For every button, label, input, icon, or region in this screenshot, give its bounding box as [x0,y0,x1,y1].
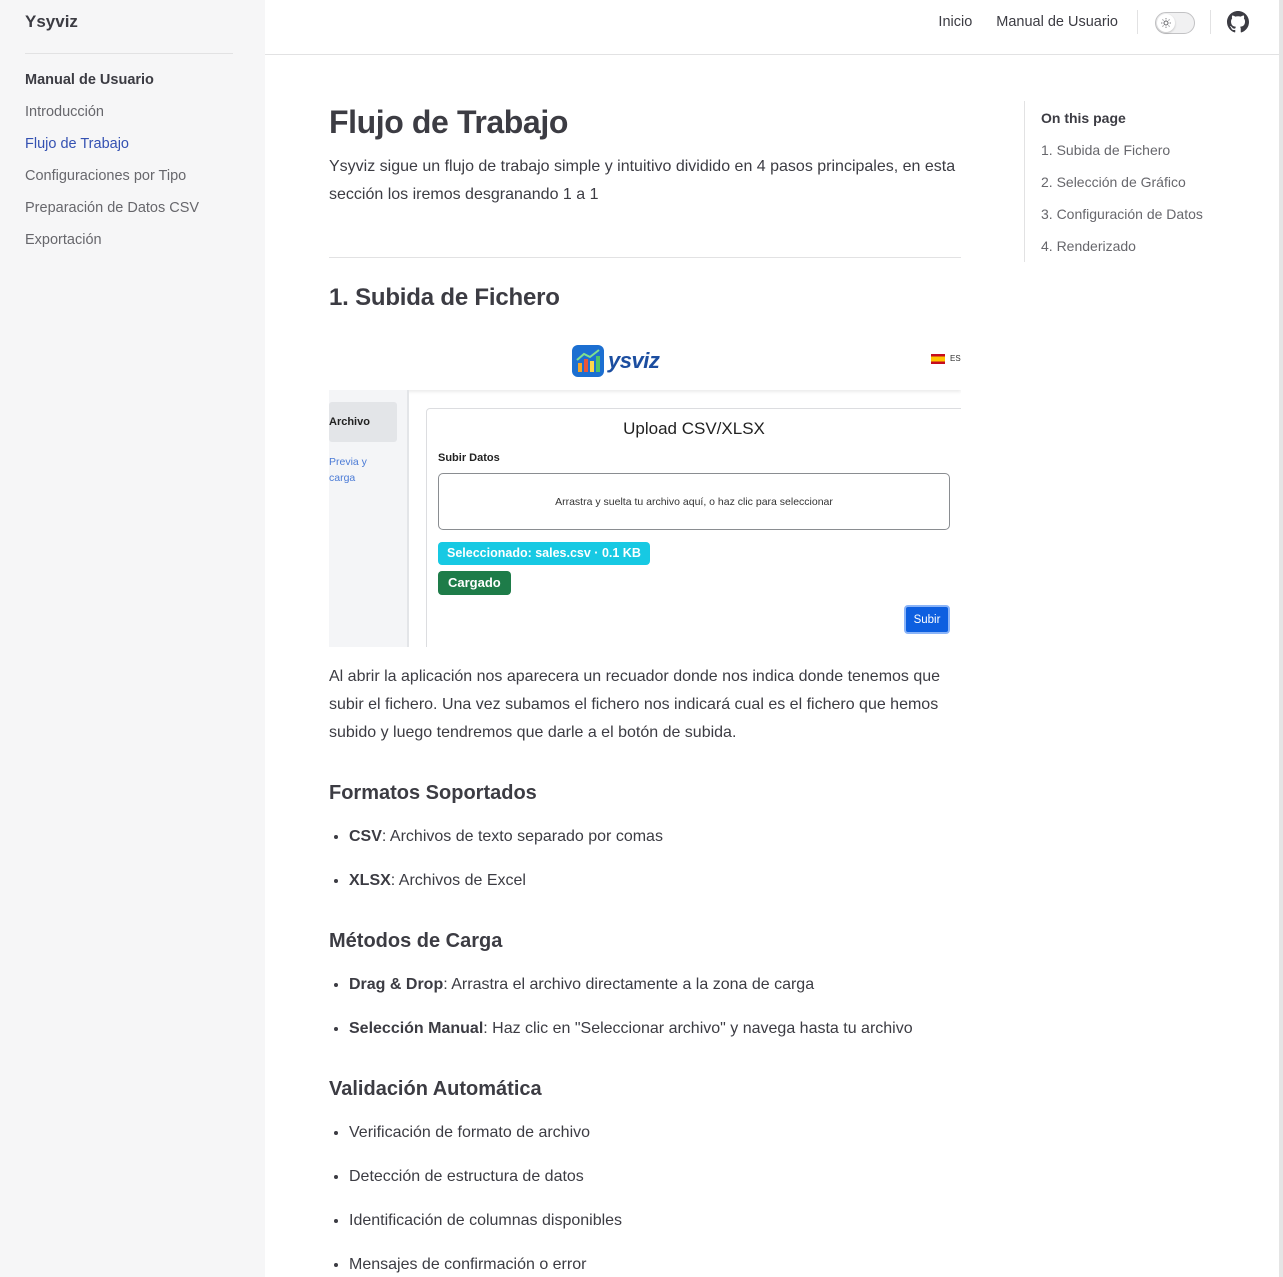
scrollbar[interactable] [1279,0,1283,1277]
toc-item-seleccion[interactable]: 2. Selección de Gráfico [1041,171,1203,203]
toc-item-subida[interactable]: 1. Subida de Fichero [1041,139,1203,171]
toc-title: On this page [1041,110,1126,126]
screenshot-header: ysviz ES [329,338,961,390]
methods-list: Drag & Drop: Arrastra el archivo directa… [329,971,961,1059]
top-nav-links: Inicio Manual de Usuario [914,0,1118,44]
logo-text: ysviz [608,348,660,373]
list-item: CSV: Archivos de texto separado por coma… [349,823,961,867]
site-title[interactable]: Ysyviz [25,10,78,34]
sidebar-item-exportacion[interactable]: Exportación [25,229,199,261]
nav-divider [1137,10,1138,34]
loaded-badge: Cargado [438,571,511,595]
nav-link-manual[interactable]: Manual de Usuario [996,14,1118,30]
nav-divider [1210,10,1211,34]
upload-card-title: Upload CSV/XLSX [623,419,765,438]
heading-formatos: Formatos Soportados [329,782,537,804]
page-title: Flujo de Trabajo [329,104,568,140]
sidebar-item-preparacion-csv[interactable]: Preparación de Datos CSV [25,197,199,229]
section-divider [329,257,961,258]
nav-link-inicio[interactable]: Inicio [938,14,972,30]
section-heading-subida: 1. Subida de Fichero [329,284,560,311]
screenshot-sidebar: Archivo Previa y carga [329,390,409,647]
sidebar-group-title: Manual de Usuario [25,72,154,88]
validation-list: Verificación de formato de archivo Detec… [329,1119,961,1277]
ysviz-logo: ysviz [571,344,660,378]
heading-validacion: Validación Automática [329,1078,542,1100]
theme-toggle[interactable] [1155,12,1195,34]
on-this-page: On this page 1. Subida de Fichero 2. Sel… [1024,101,1264,262]
dropzone: Arrastra y suelta tu archivo aquí, o haz… [438,473,950,530]
list-item: XLSX: Archivos de Excel [349,867,961,911]
upload-field-label: Subir Datos [438,452,500,464]
sidebar-divider [25,53,233,54]
toc-item-configuracion[interactable]: 3. Configuración de Datos [1041,203,1203,235]
main-content: Flujo de Trabajo Ysyviz sigue un flujo d… [329,95,961,1277]
spain-flag-icon [931,354,945,364]
list-item: Selección Manual: Haz clic en "Seleccion… [349,1015,961,1059]
sun-icon [1157,14,1175,32]
chart-logo-icon [572,345,604,377]
github-icon[interactable] [1227,11,1249,33]
list-item: Identificación de columnas disponibles [349,1207,961,1251]
sidebar: Ysyviz Manual de Usuario Introducción Fl… [0,0,265,1277]
heading-metodos: Métodos de Carga [329,930,503,952]
toc-list: 1. Subida de Fichero 2. Selección de Grá… [1041,139,1203,267]
upload-screenshot: ysviz ES Archivo Previa y carga Upload C… [329,338,961,647]
section1-description: Al abrir la aplicación nos aparecera un … [329,668,941,741]
selected-file-badge: Seleccionado: sales.csv · 0.1 KB [438,542,650,565]
sidebar-nav: Introducción Flujo de Trabajo Configurac… [25,101,199,261]
toc-item-renderizado[interactable]: 4. Renderizado [1041,235,1203,267]
page-intro: Ysyviz sigue un flujo de trabajo simple … [329,158,956,203]
sidebar-item-configuraciones[interactable]: Configuraciones por Tipo [25,165,199,197]
list-item: Detección de estructura de datos [349,1163,961,1207]
upload-card: Upload CSV/XLSX Subir Datos Arrastra y s… [426,408,961,647]
language-code: ES [950,354,961,363]
screenshot-step-previa: Previa y carga [329,456,367,484]
top-navbar: Inicio Manual de Usuario [265,0,1283,55]
list-item: Drag & Drop: Arrastra el archivo directa… [349,971,961,1015]
list-item: Mensajes de confirmación o error [349,1251,961,1277]
sidebar-item-flujo-de-trabajo[interactable]: Flujo de Trabajo [25,133,199,165]
submit-button-image: Subir [904,605,950,634]
screenshot-step-archivo: Archivo [329,402,397,442]
sidebar-item-introduccion[interactable]: Introducción [25,101,199,133]
list-item: Verificación de formato de archivo [349,1119,961,1163]
formats-list: CSV: Archivos de texto separado por coma… [329,823,961,911]
